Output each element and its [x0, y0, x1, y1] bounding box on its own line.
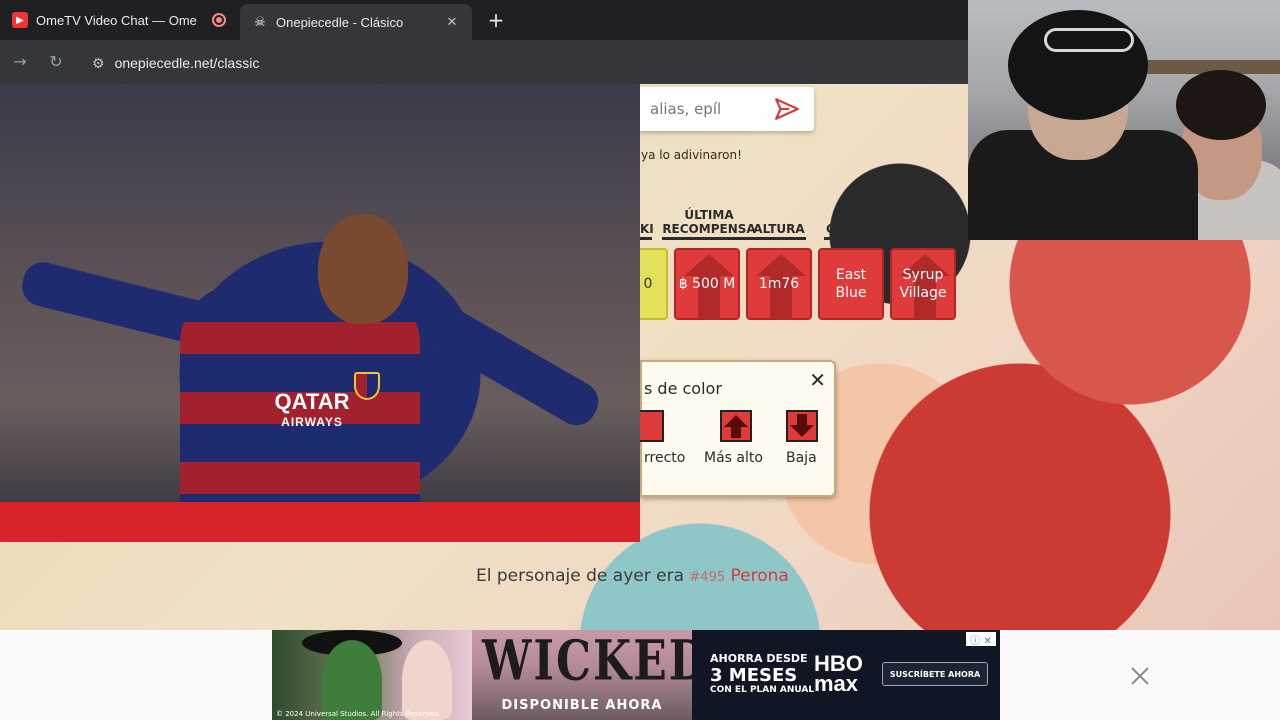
person-hair	[1008, 10, 1148, 120]
close-tab-icon[interactable]: ✕	[442, 14, 462, 30]
ad-savings-label: AHORRA DESDE	[710, 652, 808, 665]
overlay-photo: QATAR AIRWAYS	[0, 84, 640, 542]
character-search[interactable]	[640, 87, 814, 131]
tab-onepiecedle[interactable]: ☠ Onepiecedle - Clásico ✕	[240, 4, 472, 40]
column-headers: KI ÚLTIMA RECOMPENSA ALTURA ORIGEN PRIME…	[640, 192, 960, 240]
color-legend-popup: s de color ✕ rrecto Más alto Baja	[640, 360, 836, 497]
close-ad-icon[interactable]	[1128, 664, 1152, 688]
guess-cell: ฿ 500 M	[674, 248, 740, 320]
guess-cell: East Blue	[818, 248, 884, 320]
ad-title-area: WICKED DISPONIBLE AHORA	[472, 630, 709, 720]
column-header: ALTURA	[752, 222, 806, 240]
ad-copyright: © 2024 Universal Studios. All Rights Res…	[276, 710, 441, 718]
adchoices-icon[interactable]: ⓘ ✕	[966, 632, 996, 647]
red-band	[0, 502, 640, 542]
yesterday-character: El personaje de ayer era #495 Perona	[476, 566, 789, 586]
lower-swatch	[786, 410, 818, 442]
subscribe-button[interactable]: SUSCRÍBETE AHORA	[882, 662, 988, 686]
forward-icon[interactable]: →	[10, 52, 30, 72]
ad-plan: CON EL PLAN ANUAL	[710, 685, 815, 695]
legend-title: s de color	[644, 379, 722, 398]
higher-swatch	[720, 410, 752, 442]
glinda-figure	[402, 640, 452, 720]
url-text: onepiecedle.net/classic	[114, 55, 260, 71]
witch-figure	[322, 640, 382, 720]
player-head	[318, 214, 408, 324]
reload-icon[interactable]: ↻	[46, 52, 66, 72]
ad-available: DISPONIBLE AHORA	[501, 698, 663, 713]
address-bar[interactable]: ⚙ onepiecedle.net/classic	[84, 48, 964, 78]
skull-favicon-icon: ☠	[254, 14, 266, 29]
incorrect-swatch	[640, 410, 664, 442]
ad-months: 3 MESES	[710, 665, 798, 686]
legend-label: Más alto	[704, 450, 763, 466]
jersey-sponsor: QATAR AIRWAYS	[274, 389, 350, 430]
close-legend-icon[interactable]: ✕	[809, 368, 826, 392]
guessed-count-text: ya lo adivinaron!	[641, 148, 742, 162]
tab-title: Onepiecedle - Clásico	[276, 14, 404, 30]
legend-label: rrecto	[644, 450, 686, 466]
legend-label: Baja	[786, 450, 817, 466]
column-header: KI	[640, 222, 654, 240]
guess-cell: Syrup Village	[890, 248, 956, 320]
arrow-up-icon	[724, 415, 748, 438]
guess-cell: 1m76	[746, 248, 812, 320]
webcam-video	[968, 0, 1280, 240]
ad-title: WICKED	[482, 630, 709, 694]
new-tab-icon[interactable]: +	[484, 8, 508, 32]
yesterday-number: #495	[689, 570, 726, 585]
ad-offer-area: AHORRA DESDE 3 MESES CON EL PLAN ANUAL H…	[692, 630, 1000, 720]
sunglasses	[1044, 28, 1134, 52]
tab-ometv[interactable]: ▶ OmeTV Video Chat — Ome	[0, 0, 236, 40]
tab-title: OmeTV Video Chat — Ome	[36, 12, 197, 28]
yesterday-name: Perona	[730, 566, 789, 586]
yesterday-prefix: El personaje de ayer era	[476, 566, 684, 586]
send-icon[interactable]	[774, 96, 800, 122]
ad-poster-image: © 2024 Universal Studios. All Rights Res…	[272, 630, 472, 720]
person-hair	[1176, 70, 1266, 140]
advertisement-banner[interactable]: © 2024 Universal Studios. All Rights Res…	[272, 630, 1000, 720]
recording-icon	[212, 13, 226, 27]
column-header: PRIMER ARCO	[896, 208, 952, 240]
column-header: ORIGEN	[824, 222, 880, 240]
column-header: ÚLTIMA RECOMPENSA	[662, 208, 756, 240]
ometv-favicon-icon: ▶	[12, 12, 28, 28]
search-input[interactable]	[648, 99, 768, 119]
hbo-max-logo: HBO max	[814, 651, 863, 696]
arrow-down-icon	[790, 414, 814, 437]
site-settings-icon[interactable]: ⚙	[92, 55, 105, 72]
